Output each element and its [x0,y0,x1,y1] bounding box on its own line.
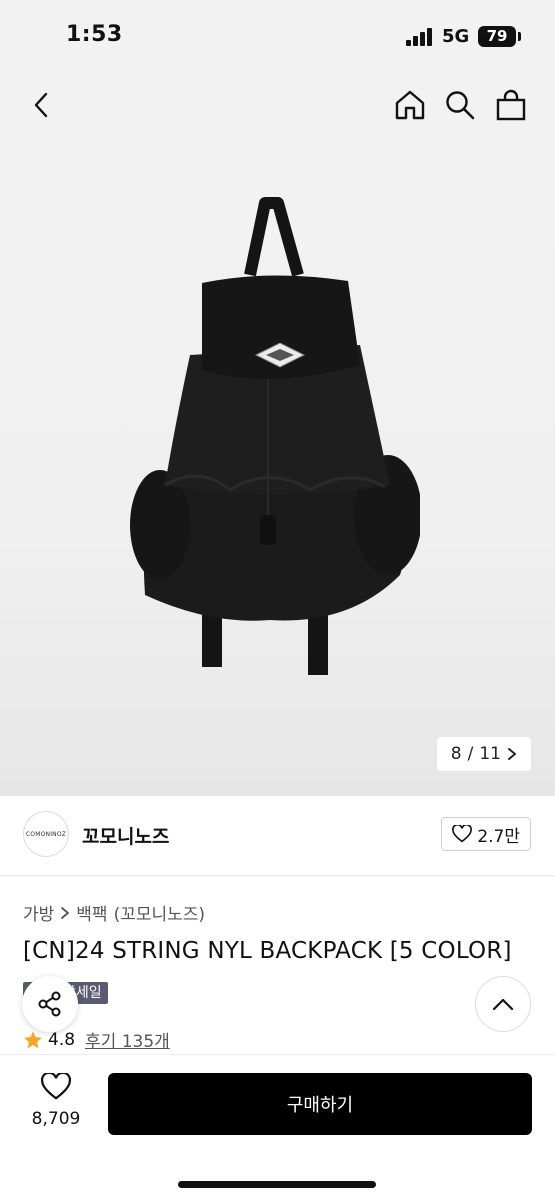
brand-like-count: 2.7만 [477,826,520,847]
brand-logo[interactable]: COMONINOZ [23,811,69,857]
battery-tip [518,32,521,41]
brand-like-button[interactable]: 2.7만 [441,817,531,851]
chevron-right-icon [61,906,70,919]
buy-button[interactable]: 구매하기 [108,1073,532,1135]
breadcrumb-subcategory[interactable]: 백팩 [76,900,107,925]
breadcrumb: 가방 백팩 (꼬모니노즈) [23,900,205,925]
network-label: 5G [442,26,470,47]
breadcrumb-category[interactable]: 가방 [23,900,54,925]
status-bar: 1:53 5G 79 [0,0,555,70]
backpack-image [130,197,420,675]
wishlist-button[interactable]: 8,709 [22,1071,90,1129]
rating-value: 4.8 [48,1029,76,1050]
heart-icon [40,1071,72,1100]
brand-name[interactable]: 꼬모니노즈 [82,822,169,849]
home-indicator [178,1181,376,1188]
chevron-left-icon[interactable] [24,88,58,122]
counter-separator: / [467,744,474,764]
chevron-right-icon [508,748,516,760]
heart-icon [452,825,473,843]
counter-current: 8 [450,744,462,764]
signal-icon [406,28,436,46]
counter-total: 11 [479,744,501,764]
chevron-up-icon [492,998,514,1011]
share-button[interactable] [22,976,78,1032]
search-icon[interactable] [443,88,477,122]
wishlist-count: 8,709 [31,1109,81,1129]
status-time: 1:53 [66,22,123,47]
bottom-action-bar: 8,709 구매하기 [0,1054,555,1200]
scroll-top-button[interactable] [475,976,531,1032]
home-icon[interactable] [393,88,427,122]
star-icon [24,1030,42,1048]
shopping-bag-icon[interactable] [494,88,528,122]
brand-row[interactable]: COMONINOZ 꼬모니노즈 2.7만 [0,796,555,876]
product-title: [CN]24 STRING NYL BACKPACK [5 COLOR] [23,938,512,964]
breadcrumb-brand[interactable]: (꼬모니노즈) [114,900,205,925]
product-image-gallery[interactable]: 8 / 11 [0,140,555,796]
review-link[interactable]: 후기 135개 [85,1027,170,1052]
image-counter[interactable]: 8 / 11 [436,737,531,771]
battery-icon: 79 [478,26,516,47]
top-nav [0,70,555,140]
share-icon [38,991,61,1017]
